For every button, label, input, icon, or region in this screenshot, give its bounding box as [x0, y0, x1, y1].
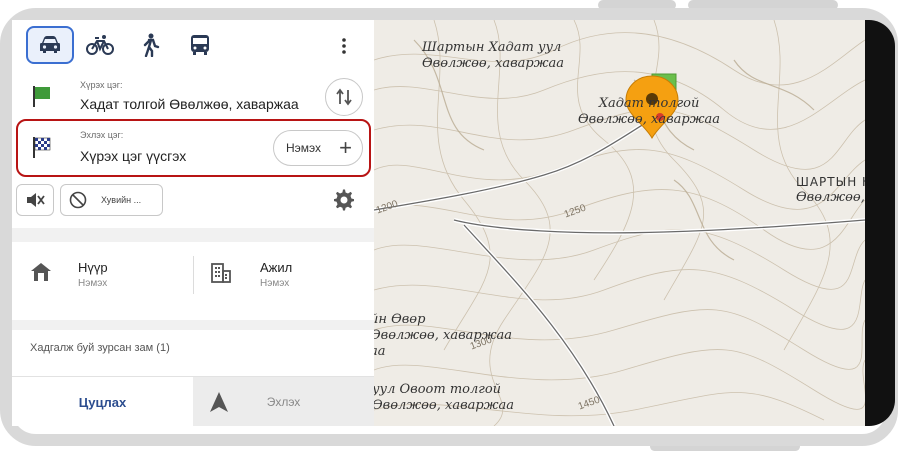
custom-options-label: Хувийн ... [101, 195, 142, 205]
route-panel: Хүрэх цэг: Хадат толгой Өвөлжөө, хаваржа… [12, 20, 374, 426]
mode-walking-button[interactable] [126, 26, 174, 64]
swap-points-button[interactable] [325, 78, 363, 116]
kebab-menu-icon [342, 38, 346, 54]
screen: Шартын Хадат уул Өвөлжөө, хаваржаа Хадат … [12, 20, 865, 426]
mode-bus-button[interactable] [176, 26, 224, 64]
bicycle-icon [86, 35, 114, 55]
work-button[interactable]: Ажил Нэмэх [194, 242, 374, 320]
custom-options-button[interactable]: Хувийн ... [60, 184, 163, 216]
start-button-label: Эхлэх [266, 395, 301, 409]
start-navigation-button[interactable]: Эхлэх [193, 377, 374, 426]
transport-mode-bar [12, 20, 374, 72]
map-contours [374, 20, 865, 426]
no-parking-icon [69, 191, 87, 209]
settings-button[interactable] [332, 188, 356, 212]
more-options-button[interactable] [334, 34, 354, 58]
map-label-uvur: йн ӨвөрӨвөлжөө, хаваржаааа [374, 312, 513, 359]
cancel-button[interactable]: Цуцлах [12, 377, 193, 426]
checkered-flag-icon [33, 137, 51, 158]
mode-bicycle-button[interactable] [76, 26, 124, 64]
home-button[interactable]: Нүүр Нэмэх [12, 242, 193, 320]
destination-label: Хүрэх цэг: [80, 80, 123, 90]
phone-camera-notch [865, 20, 895, 426]
section-gap-2 [12, 320, 374, 330]
map-view[interactable]: Шартын Хадат уул Өвөлжөө, хаваржаа Хадат … [374, 20, 865, 426]
navigation-arrow-icon [210, 392, 228, 412]
bottom-action-bar: Цуцлах Эхлэх [12, 376, 374, 426]
swap-arrows-icon [336, 88, 352, 106]
map-label-ovoot-tolgoi: уул Овоот толгой Өвөлжөө, хаваржаа [374, 382, 515, 413]
walking-icon [143, 33, 160, 57]
plus-icon: + [339, 135, 352, 160]
map-label-khadat-tolgoi: Хадат толгой Өвөлжөө, хаваржаа [578, 96, 721, 127]
work-title: Ажил [260, 260, 293, 275]
destination-row[interactable]: Хүрэх цэг: Хадат толгой Өвөлжөө, хаваржа… [12, 72, 374, 120]
home-icon [31, 263, 51, 281]
home-subtitle: Нэмэх [78, 278, 108, 289]
map-label-shartyn-khadat: Шартын Хадат уул Өвөлжөө, хаваржаа [422, 40, 565, 71]
flag-icon [33, 86, 50, 107]
destination-value: Хадат толгой Өвөлжөө, хаваржаа [80, 96, 299, 112]
mute-button[interactable] [16, 184, 54, 216]
home-title: Нүүр [78, 260, 108, 275]
favorites-divider [193, 256, 194, 294]
section-gap-1 [12, 228, 374, 242]
add-button-label: Нэмэх [286, 141, 322, 155]
building-icon [211, 263, 231, 283]
saved-routes-link[interactable]: Хадгалж буй зурсан зам (1) [30, 342, 170, 354]
car-icon [40, 36, 60, 53]
gear-icon [334, 189, 354, 211]
start-value: Хүрэх цэг үүсгэх [80, 148, 187, 164]
mode-car-button[interactable] [26, 26, 74, 64]
start-label: Эхлэх цэг: [80, 130, 124, 140]
add-waypoint-button[interactable]: Нэмэх + [273, 130, 363, 166]
map-label-shartyn-n: ШАРТЫН Н Өвөлжөө, хаваржаа [796, 175, 865, 205]
work-subtitle: Нэмэх [260, 278, 290, 289]
bus-icon [191, 35, 209, 55]
mute-icon [27, 193, 45, 207]
